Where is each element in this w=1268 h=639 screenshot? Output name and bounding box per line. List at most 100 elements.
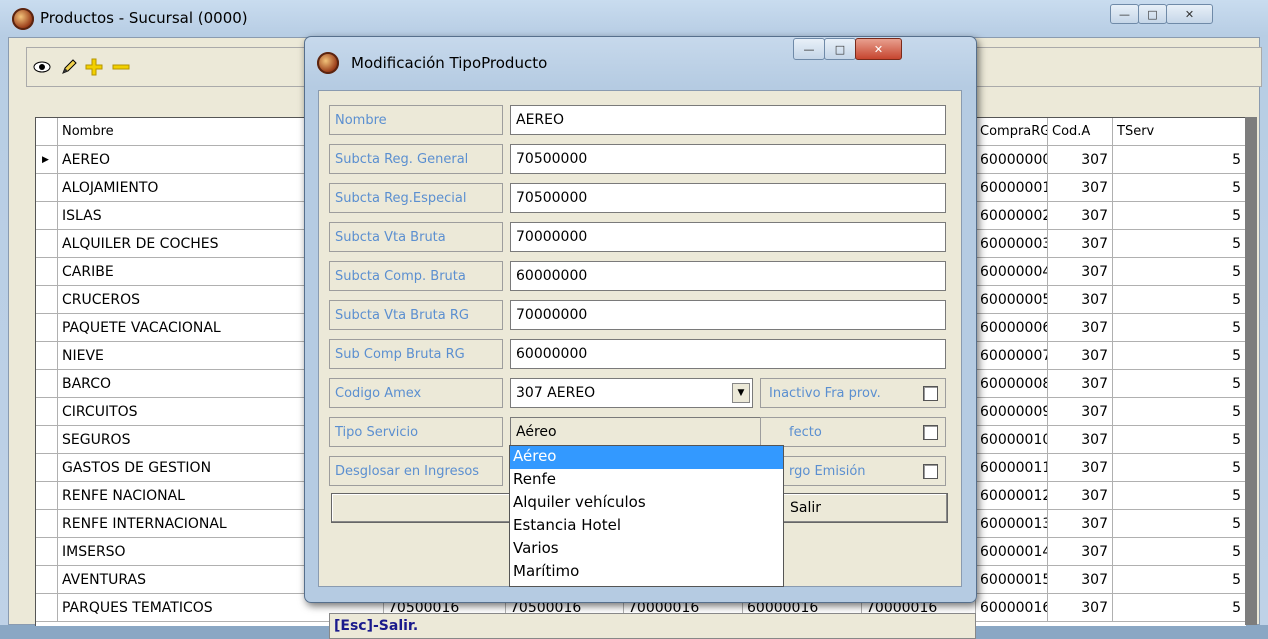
cell-comprarg[interactable]: 60000001 — [976, 174, 1048, 202]
cell-coda[interactable]: 307 — [1048, 566, 1113, 594]
input-nombre[interactable]: AEREO — [510, 105, 946, 135]
cell-tserv[interactable]: 5 — [1113, 174, 1246, 202]
dialog-minimize-button[interactable]: — — [793, 38, 825, 60]
minimize-button[interactable]: — — [1110, 4, 1139, 24]
select-codigo-amex-value: 307 AEREO — [516, 385, 596, 401]
cell-tserv[interactable]: 5 — [1113, 342, 1246, 370]
column-header-tserv[interactable]: TServ — [1113, 118, 1246, 146]
row-indicator — [36, 426, 58, 454]
cell-comprarg[interactable]: 60000005 — [976, 286, 1048, 314]
cell-coda[interactable]: 307 — [1048, 258, 1113, 286]
cell-tserv[interactable]: 5 — [1113, 202, 1246, 230]
cell-comprarg[interactable]: 60000014 — [976, 538, 1048, 566]
input-sub-comp-bruta-rg[interactable]: 60000000 — [510, 339, 946, 369]
cell-coda[interactable]: 307 — [1048, 342, 1113, 370]
cell-comprarg[interactable]: 60000002 — [976, 202, 1048, 230]
cell-tserv[interactable]: 5 — [1113, 510, 1246, 538]
row-indicator — [36, 314, 58, 342]
cell-tserv[interactable]: 5 — [1113, 314, 1246, 342]
exit-button[interactable]: Salir — [759, 493, 948, 523]
minus-icon[interactable] — [111, 57, 131, 77]
column-header-coda[interactable]: Cod.A — [1048, 118, 1113, 146]
column-header-comprarg[interactable]: CompraRG — [976, 118, 1048, 146]
input-subcta-comp-bruta[interactable]: 60000000 — [510, 261, 946, 291]
grid-scrollbar[interactable] — [1245, 117, 1257, 625]
cell-tserv[interactable]: 5 — [1113, 454, 1246, 482]
dropdown-option[interactable]: Renfe — [510, 469, 783, 492]
cell-cod_a[interactable]: 307 — [1048, 594, 1113, 622]
select-codigo-amex[interactable]: 307 AEREO ▼ — [510, 378, 753, 408]
cell-coda[interactable]: 307 — [1048, 510, 1113, 538]
cell-tserv[interactable]: 5 — [1113, 370, 1246, 398]
cell-coda[interactable]: 307 — [1048, 398, 1113, 426]
dropdown-option[interactable]: Aéreo — [510, 446, 783, 469]
label-subcta-comp-bruta: Subcta Comp. Bruta — [329, 261, 503, 291]
dropdown-option[interactable]: Marítimo — [510, 561, 783, 584]
dropdown-option[interactable]: Alquiler vehículos — [510, 492, 783, 515]
pencil-icon[interactable] — [59, 57, 79, 77]
cell-comprarg[interactable]: 60000015 — [976, 566, 1048, 594]
cell-comprarg[interactable]: 60000006 — [976, 314, 1048, 342]
dialog-maximize-button[interactable]: □ — [824, 38, 856, 60]
label-desglosar-ingresos: Desglosar en Ingresos — [329, 456, 503, 486]
cell-compra_rg[interactable]: 60000016 — [976, 594, 1048, 622]
eye-icon[interactable] — [32, 57, 52, 77]
row-indicator — [36, 538, 58, 566]
dropdown-option[interactable]: Varios — [510, 538, 783, 561]
cell-coda[interactable]: 307 — [1048, 202, 1113, 230]
input-subcta-vta-bruta-rg[interactable]: 70000000 — [510, 300, 946, 330]
select-tipo-servicio[interactable]: Aéreo ▼ — [510, 417, 782, 447]
row-indicator — [36, 398, 58, 426]
cell-comprarg[interactable]: 60000007 — [976, 342, 1048, 370]
close-icon: ✕ — [873, 42, 884, 56]
cell-comprarg[interactable]: 60000000 — [976, 146, 1048, 174]
close-icon: ✕ — [1184, 7, 1195, 21]
cell-coda[interactable]: 307 — [1048, 370, 1113, 398]
row-indicator — [36, 370, 58, 398]
cell-coda[interactable]: 307 — [1048, 482, 1113, 510]
cell-tserv[interactable]: 5 — [1113, 258, 1246, 286]
cell-comprarg[interactable]: 60000013 — [976, 510, 1048, 538]
cell-tserv[interactable]: 5 — [1113, 230, 1246, 258]
checkbox-cargo-emision[interactable] — [923, 464, 938, 479]
minimize-icon: — — [803, 42, 815, 56]
tipo-servicio-dropdown-list[interactable]: Aéreo Renfe Alquiler vehículos Estancia Hot… — [509, 445, 784, 587]
cell-tserv[interactable]: 5 — [1113, 146, 1246, 174]
cell-tserv[interactable]: 5 — [1113, 538, 1246, 566]
cell-tserv[interactable]: 5 — [1113, 286, 1246, 314]
cell-coda[interactable]: 307 — [1048, 286, 1113, 314]
cell-comprarg[interactable]: 60000012 — [976, 482, 1048, 510]
cell-tserv[interactable]: 5 — [1113, 426, 1246, 454]
dropdown-option[interactable]: Estancia Hotel — [510, 515, 783, 538]
cell-comprarg[interactable]: 60000004 — [976, 258, 1048, 286]
cell-coda[interactable]: 307 — [1048, 314, 1113, 342]
cell-comprarg[interactable]: 60000008 — [976, 370, 1048, 398]
input-subcta-reg-especial[interactable]: 70500000 — [510, 183, 946, 213]
plus-icon[interactable] — [84, 57, 104, 77]
dialog-close-button[interactable]: ✕ — [855, 38, 902, 60]
checkbox-inactivo-fra-prov[interactable] — [923, 386, 938, 401]
label-subcta-vta-bruta-rg: Subcta Vta Bruta RG — [329, 300, 503, 330]
maximize-button[interactable]: □ — [1138, 4, 1167, 24]
close-button[interactable]: ✕ — [1166, 4, 1213, 24]
cell-tserv[interactable]: 5 — [1113, 566, 1246, 594]
cell-tserv[interactable]: 5 — [1113, 594, 1246, 622]
cell-coda[interactable]: 307 — [1048, 426, 1113, 454]
label-subcta-reg-especial: Subcta Reg.Especial — [329, 183, 503, 213]
cell-coda[interactable]: 307 — [1048, 454, 1113, 482]
cell-coda[interactable]: 307 — [1048, 230, 1113, 258]
cell-coda[interactable]: 307 — [1048, 174, 1113, 202]
cell-comprarg[interactable]: 60000003 — [976, 230, 1048, 258]
cell-comprarg[interactable]: 60000010 — [976, 426, 1048, 454]
cell-coda[interactable]: 307 — [1048, 146, 1113, 174]
cell-tserv[interactable]: 5 — [1113, 398, 1246, 426]
cell-tserv[interactable]: 5 — [1113, 482, 1246, 510]
window-title: Productos - Sucursal (0000) — [40, 9, 248, 27]
chevron-down-icon[interactable]: ▼ — [732, 383, 750, 403]
input-subcta-vta-bruta[interactable]: 70000000 — [510, 222, 946, 252]
checkbox-defecto[interactable] — [923, 425, 938, 440]
cell-comprarg[interactable]: 60000011 — [976, 454, 1048, 482]
input-subcta-reg-general[interactable]: 70500000 — [510, 144, 946, 174]
cell-coda[interactable]: 307 — [1048, 538, 1113, 566]
cell-comprarg[interactable]: 60000009 — [976, 398, 1048, 426]
